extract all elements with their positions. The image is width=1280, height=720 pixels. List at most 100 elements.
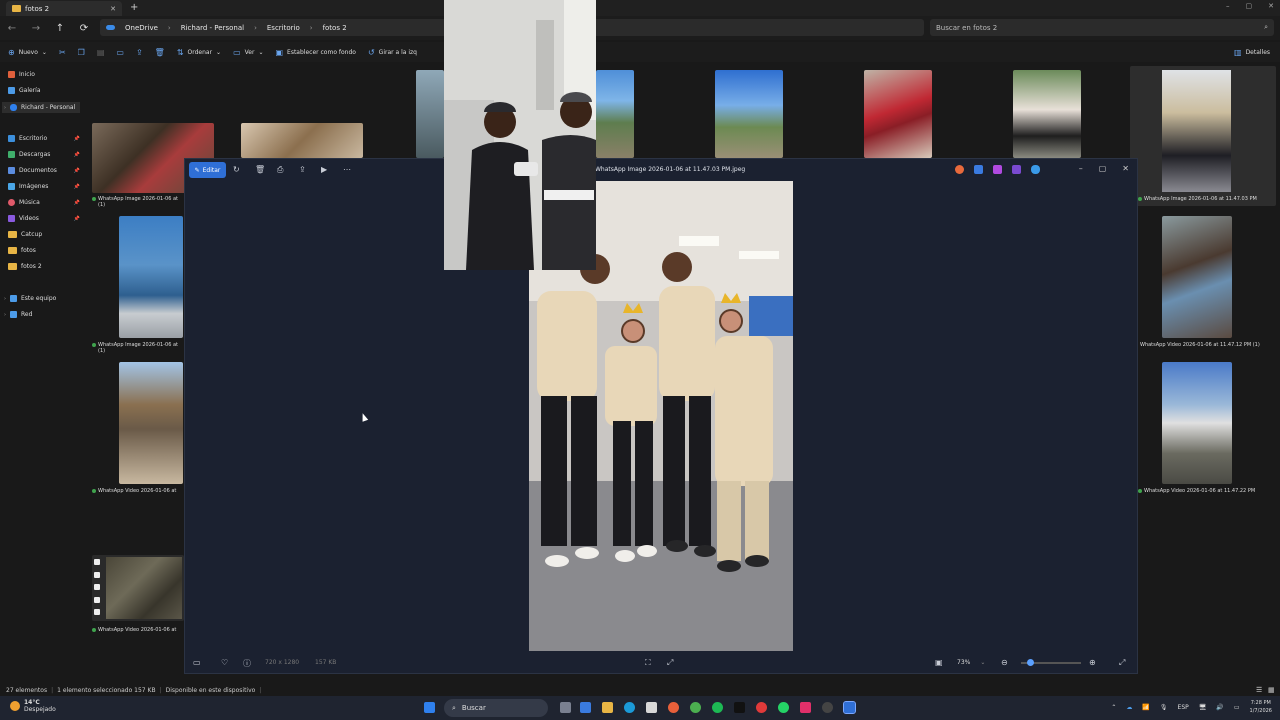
nav-item-galeria[interactable]: Galería — [8, 87, 80, 94]
tiktok-icon[interactable] — [734, 702, 745, 713]
nav-item-videos[interactable]: Videos 📌 — [8, 215, 80, 222]
app-red-icon[interactable] — [756, 702, 767, 713]
share-button[interactable]: ⇪ — [136, 48, 143, 57]
task-view-icon[interactable] — [560, 702, 571, 713]
nav-item-catcup[interactable]: Catcup — [8, 231, 80, 238]
copilot-app-icon[interactable] — [580, 702, 591, 713]
spotify-icon[interactable] — [712, 702, 723, 713]
nav-item-documentos[interactable]: Documentos 📌 — [8, 167, 80, 174]
print-icon[interactable]: ⎙ — [277, 165, 283, 175]
whatsapp-icon[interactable] — [778, 702, 789, 713]
checkbox[interactable] — [94, 571, 100, 578]
thumbnail-video[interactable] — [1162, 216, 1232, 338]
rotate-icon[interactable]: ↻ — [233, 165, 240, 174]
viewer-close-button[interactable]: ✕ — [1122, 164, 1129, 173]
battery-icon[interactable]: ▭ — [1234, 704, 1240, 711]
viewer-minimize-button[interactable]: – — [1079, 164, 1083, 173]
file-explorer-icon[interactable] — [602, 702, 613, 713]
thumbnail-image[interactable] — [715, 70, 783, 158]
edit-button[interactable]: ✎ Editar — [189, 162, 226, 178]
thumbnail-video[interactable] — [1162, 362, 1232, 484]
thumbnail-image[interactable] — [416, 70, 444, 158]
up-button[interactable]: ↑ — [52, 20, 68, 36]
details-button[interactable]: ▥ Detalles — [1234, 48, 1270, 57]
favorite-heart-icon[interactable]: ♡ — [221, 658, 228, 667]
thumbnail-image[interactable] — [119, 216, 183, 338]
file-tile[interactable] — [92, 555, 184, 621]
nav-item-fotos-2[interactable]: fotos 2 — [8, 263, 80, 270]
copilot-icon[interactable] — [955, 165, 964, 174]
tiles-view-icon[interactable]: ▦ — [1268, 686, 1275, 694]
breadcrumb-onedrive[interactable]: OneDrive — [125, 24, 158, 32]
media-player-icon[interactable] — [822, 702, 833, 713]
volume-icon[interactable]: 🔊 — [1216, 704, 1223, 711]
designer-icon[interactable] — [974, 165, 983, 174]
onedrive-tray-icon[interactable]: ☁ — [1126, 704, 1132, 711]
new-button[interactable]: ⊕ Nuevo ⌄ — [8, 48, 47, 57]
filmstrip-icon[interactable]: ▭ — [193, 658, 201, 667]
back-button[interactable]: ← — [4, 20, 20, 36]
language-indicator[interactable]: ESP — [1178, 704, 1189, 711]
nav-item-escritorio[interactable]: Escritorio 📌 — [8, 135, 80, 142]
photos-app-icon[interactable] — [843, 701, 856, 714]
photo-app-icon[interactable] — [1012, 165, 1021, 174]
checkbox[interactable] — [94, 609, 100, 615]
checkbox[interactable] — [94, 596, 100, 603]
tab-close-icon[interactable]: ✕ — [110, 5, 116, 13]
nav-item-red[interactable]: › Red — [4, 311, 76, 318]
zoom-out-icon[interactable]: ⊖ — [1001, 658, 1008, 667]
taskbar-search[interactable]: ⌕ Buscar — [444, 699, 548, 717]
clipchamp-icon[interactable] — [993, 165, 1002, 174]
nav-item-inicio[interactable]: Inicio — [8, 71, 80, 78]
minimize-button[interactable]: – — [1226, 2, 1230, 10]
delete-button[interactable]: 🗑 — [155, 48, 165, 57]
firefox-icon[interactable] — [668, 702, 679, 713]
rotate-left-button[interactable]: ↺ Girar a la izq — [368, 48, 417, 57]
more-options-icon[interactable]: ⋯ — [343, 165, 351, 174]
chrome-icon[interactable] — [690, 702, 701, 713]
paste-button[interactable]: ▤ — [97, 48, 105, 57]
rename-button[interactable]: ▭ — [116, 48, 124, 57]
onedrive-icon[interactable] — [1031, 165, 1040, 174]
nav-item-richard-personal[interactable]: › Richard - Personal — [2, 102, 80, 113]
thumbnail-image[interactable] — [596, 70, 634, 158]
thumbnail-video[interactable] — [119, 362, 183, 484]
trash-icon[interactable]: 🗑 — [255, 165, 265, 174]
slideshow-icon[interactable]: ▶ — [321, 165, 327, 174]
nav-item-musica[interactable]: Música 📌 — [8, 199, 80, 206]
zoom-slider-knob[interactable] — [1027, 659, 1034, 666]
thumbnail-image[interactable] — [864, 70, 932, 158]
checkbox[interactable] — [94, 559, 100, 565]
view-button[interactable]: ▭ Ver ⌄ — [233, 48, 263, 57]
new-tab-button[interactable]: + — [130, 2, 138, 13]
cut-button[interactable]: ✂ — [59, 48, 66, 57]
capcut-icon[interactable] — [800, 702, 811, 713]
chevron-up-icon[interactable]: ⌃ — [1111, 704, 1116, 711]
nav-item-este-equipo[interactable]: › Este equipo — [4, 295, 76, 302]
microphone-icon[interactable]: 🎙 — [1160, 704, 1168, 711]
maximize-button[interactable]: ▢ — [1246, 2, 1253, 10]
actual-size-icon[interactable]: ⤢ — [667, 658, 673, 668]
forward-button[interactable]: → — [28, 20, 44, 36]
weather-widget[interactable]: 14°C Despejado — [10, 699, 56, 713]
breadcrumb-escritorio[interactable]: Escritorio — [267, 24, 300, 32]
thumbnail-image[interactable] — [241, 123, 363, 158]
clock[interactable]: 7:28 PM 1/7/2026 — [1250, 699, 1272, 715]
file-info-icon[interactable]: ⓘ — [243, 658, 251, 669]
details-view-icon[interactable]: ☰ — [1256, 686, 1262, 694]
store-icon[interactable] — [646, 702, 657, 713]
breadcrumb-fotos-2[interactable]: fotos 2 — [323, 24, 347, 32]
start-button-windows-icon[interactable] — [424, 702, 435, 713]
sort-button[interactable]: ⇅ Ordenar ⌄ — [177, 48, 221, 57]
fit-to-window-icon[interactable]: ⛶ — [645, 658, 651, 668]
zoom-fit-icon[interactable]: ▣ — [935, 658, 943, 667]
breadcrumb-richard[interactable]: Richard - Personal — [181, 24, 244, 32]
zoom-in-icon[interactable]: ⊕ — [1089, 658, 1096, 667]
close-window-button[interactable]: ✕ — [1268, 2, 1274, 10]
nav-item-imagenes[interactable]: Imágenes 📌 — [8, 183, 80, 190]
fullscreen-icon[interactable]: ⤢ — [1119, 658, 1125, 668]
copy-button[interactable]: ❐ — [78, 48, 85, 57]
viewer-maximize-button[interactable]: ▢ — [1099, 164, 1107, 173]
zoom-select[interactable]: 73% ⌄ — [957, 659, 985, 666]
search-input[interactable]: Buscar en fotos 2 ⌕ — [930, 19, 1274, 36]
